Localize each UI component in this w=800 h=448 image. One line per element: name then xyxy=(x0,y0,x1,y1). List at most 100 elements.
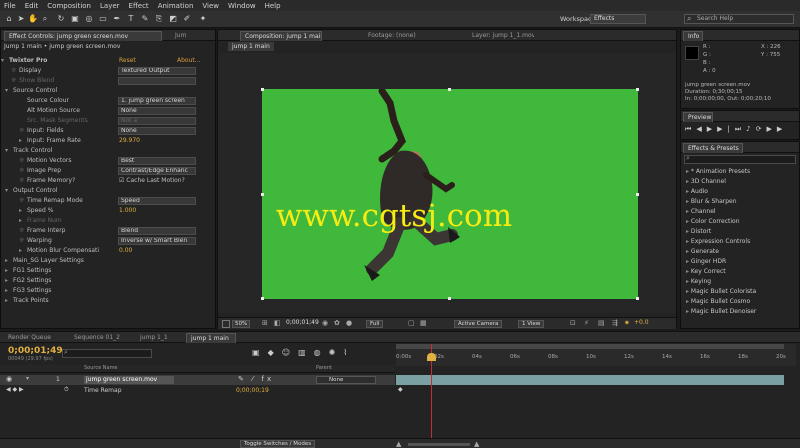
effect-property-dropdown[interactable]: None xyxy=(118,127,196,135)
effect-property-dropdown[interactable]: Contrast/Edge Enhanc xyxy=(118,167,196,175)
menu-item-file[interactable]: File xyxy=(4,2,16,10)
exposure-icon[interactable]: ✷ xyxy=(624,319,630,327)
reset-link[interactable]: Reset xyxy=(119,56,136,66)
expander-icon[interactable]: ☼ xyxy=(19,166,24,176)
effects-category-item[interactable]: ▸ Color Correction xyxy=(686,217,786,227)
transform-handle[interactable] xyxy=(636,88,639,91)
expander-icon[interactable]: ▸ xyxy=(19,136,22,146)
clone-tool-icon[interactable]: ⎘ xyxy=(154,13,164,24)
expander-icon[interactable]: ▸ xyxy=(19,216,22,226)
snapshot-icon[interactable]: ◉ xyxy=(322,319,328,327)
work-area-bar[interactable] xyxy=(396,344,784,349)
effect-property-value[interactable]: 29.970 xyxy=(119,136,140,146)
pen-tool-icon[interactable]: ✒ xyxy=(112,13,122,24)
expand-layer-icon[interactable]: ▾ xyxy=(26,375,29,382)
expander-icon[interactable]: ☼ xyxy=(19,236,24,246)
effect-property-row[interactable]: ☼ Image Prep Contrast/Edge Enhanc xyxy=(1,166,215,176)
effects-category-item[interactable]: ▸ Ginger HDR xyxy=(686,257,786,267)
tab-info[interactable]: Info xyxy=(683,31,703,41)
audio-icon[interactable]: ♪ xyxy=(746,125,755,133)
effect-property-row[interactable]: ▸ FG3 Settings xyxy=(1,286,215,296)
timeline-current-time[interactable]: 0;00;01;49 xyxy=(8,346,63,356)
effects-category-item[interactable]: ▸ * Animation Presets xyxy=(686,167,786,177)
expander-icon[interactable]: ▾ xyxy=(1,56,4,66)
effects-category-item[interactable]: ▸ Generate xyxy=(686,247,786,257)
effect-property-row[interactable]: ▸ Track Points xyxy=(1,296,215,306)
transform-handle[interactable] xyxy=(261,297,264,300)
expander-icon[interactable]: ▸ xyxy=(5,296,8,306)
menu-item-window[interactable]: Window xyxy=(228,2,256,10)
effects-category-item[interactable]: ▸ Audio xyxy=(686,187,786,197)
tab-composition[interactable]: Composition: jump 1 main xyxy=(240,31,322,41)
effect-property-dropdown[interactable]: Blend xyxy=(118,227,196,235)
flowchart-icon[interactable]: ⇶ xyxy=(612,319,618,327)
tab-layer[interactable]: Layer: jump 1_1.mov xyxy=(468,31,534,41)
effect-property-row[interactable]: ▾ Twixtor Pro Reset About... xyxy=(1,56,215,66)
effects-category-item[interactable]: ▸ Keying xyxy=(686,277,786,287)
keyframe-icon[interactable]: ◆ xyxy=(398,386,403,393)
expander-icon[interactable]: ☼ xyxy=(19,126,24,136)
transform-handle[interactable] xyxy=(261,193,264,196)
layer-switches-icon[interactable]: ✎ ⁄ fx xyxy=(238,375,274,383)
expander-icon[interactable]: ☼ xyxy=(11,66,16,76)
menu-item-edit[interactable]: Edit xyxy=(25,2,39,10)
expander-icon[interactable]: ▾ xyxy=(5,186,8,196)
expander-icon[interactable]: ☼ xyxy=(19,196,24,206)
tab-jump-1-1[interactable]: jump 1_1 xyxy=(136,333,176,343)
expander-icon[interactable]: ☼ xyxy=(19,226,24,236)
mask-tool-icon[interactable]: ▭ xyxy=(98,13,108,24)
expander-icon[interactable]: ☼ xyxy=(11,76,16,86)
timeline-search-input[interactable] xyxy=(62,349,152,358)
tab-footage[interactable]: Footage: (none) xyxy=(364,31,424,41)
frame-blending-icon[interactable]: ▥ xyxy=(298,348,314,357)
brush-tool-icon[interactable]: ✎ xyxy=(140,13,150,24)
effect-property-value[interactable]: 0.00 xyxy=(119,246,132,256)
transform-handle[interactable] xyxy=(448,88,451,91)
stopwatch-icon[interactable]: ⏱ xyxy=(64,386,69,394)
camera-select[interactable]: Active Camera xyxy=(454,320,503,328)
timeline-zoom-slider[interactable] xyxy=(408,443,470,446)
expander-icon[interactable]: ▸ xyxy=(19,206,22,216)
effect-property-row[interactable]: Src. Mask Segments Not a xyxy=(1,116,215,126)
expander-icon[interactable]: ▸ xyxy=(5,266,8,276)
expander-icon[interactable]: ☼ xyxy=(19,156,24,166)
layer-row[interactable]: ◉ ▾ 1 jump green screen.mov ✎ ⁄ fx None xyxy=(0,375,395,385)
effect-property-row[interactable]: ▸ Speed % 1.000 xyxy=(1,206,215,216)
effect-property-row[interactable]: ▸ Input: Frame Rate 29.970 xyxy=(1,136,215,146)
transform-handle[interactable] xyxy=(636,297,639,300)
effect-property-row[interactable]: Alt Motion Source None xyxy=(1,106,215,116)
menu-item-view[interactable]: View xyxy=(202,2,219,10)
layer-name[interactable]: jump green screen.mov xyxy=(84,376,174,384)
keyframe-nav-icon[interactable]: ◀ ◆ ▶ xyxy=(6,386,24,393)
menu-item-effect[interactable]: Effect xyxy=(129,2,149,10)
always-preview-icon[interactable] xyxy=(222,320,230,328)
show-snapshot-icon[interactable]: ✿ xyxy=(334,319,340,327)
property-value[interactable]: 0;00;00;19 xyxy=(236,387,269,394)
effect-property-row[interactable]: ▸ Main_SG Layer Settings xyxy=(1,256,215,266)
menu-item-animation[interactable]: Animation xyxy=(158,2,194,10)
effect-property-row[interactable]: ▸ Frame Num xyxy=(1,216,215,226)
tab-preview[interactable]: Preview xyxy=(683,112,713,122)
expander-icon[interactable]: ▸ xyxy=(19,246,22,256)
expander-icon[interactable]: ▸ xyxy=(5,256,8,266)
effects-category-item[interactable]: ▸ Magic Bullet Denoiser xyxy=(686,307,786,317)
menu-item-layer[interactable]: Layer xyxy=(100,2,120,10)
region-of-interest-icon[interactable]: ▢ xyxy=(408,319,415,327)
expander-icon[interactable]: ▾ xyxy=(5,86,8,96)
effect-property-row[interactable]: ▸ FG1 Settings xyxy=(1,266,215,276)
next-frame-icon[interactable]: ▶| xyxy=(717,125,735,133)
effect-property-row[interactable]: ☼ Time Remap Mode Speed xyxy=(1,196,215,206)
resolution-select[interactable]: Full xyxy=(366,320,384,328)
effect-property-row[interactable]: ▾ Track Control xyxy=(1,146,215,156)
exposure-value[interactable]: +0.0 xyxy=(634,319,649,326)
effects-category-item[interactable]: ▸ Magic Bullet Colorista xyxy=(686,287,786,297)
effect-property-dropdown[interactable] xyxy=(118,77,196,85)
expander-icon[interactable]: ▸ xyxy=(5,276,8,286)
fast-preview-icon[interactable]: ⚡ xyxy=(584,319,589,327)
loop-icon[interactable]: ⟳ xyxy=(756,125,767,133)
effects-category-item[interactable]: ▸ Expression Controls xyxy=(686,237,786,247)
workspace-select[interactable]: Effects xyxy=(590,14,646,24)
cache-checkbox[interactable]: ☑ Cache Last Motion? xyxy=(119,176,185,186)
effects-search-input[interactable] xyxy=(684,155,796,164)
expander-icon[interactable]: ▾ xyxy=(5,146,8,156)
